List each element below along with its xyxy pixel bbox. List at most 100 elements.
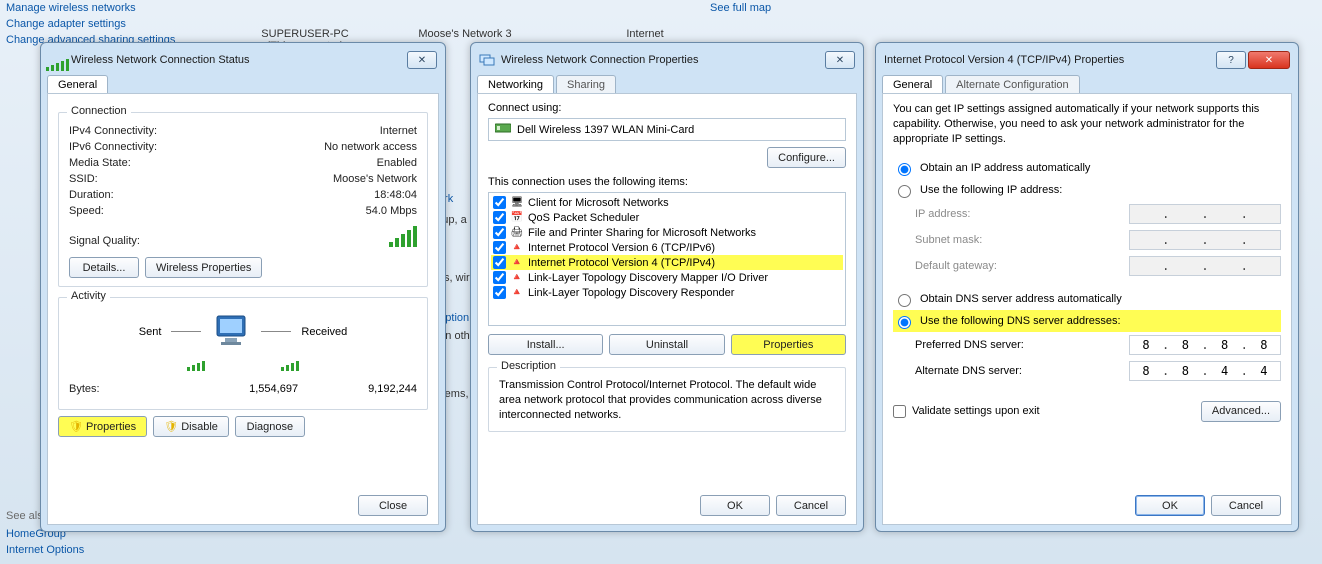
configure-button[interactable]: Configure...: [767, 147, 846, 168]
install-button[interactable]: Install...: [488, 334, 603, 355]
radio-ip-manual[interactable]: [898, 185, 911, 198]
window-title: Internet Protocol Version 4 (TCP/IPv4) P…: [884, 54, 1214, 66]
shield-icon: 🛡: [69, 420, 83, 433]
service-icon: 🖨: [510, 227, 524, 239]
window-title: Wireless Network Connection Status: [71, 54, 405, 66]
label-received: Received: [301, 326, 347, 338]
label-alternate-dns: Alternate DNS server:: [915, 365, 1022, 377]
item-checkbox[interactable]: [493, 286, 506, 299]
nav-change-adapter[interactable]: Change adapter settings: [6, 16, 186, 32]
see-also-internet-options[interactable]: Internet Options: [6, 542, 84, 558]
shield-icon: 🛡: [164, 420, 178, 433]
client-icon: 🖥: [510, 197, 524, 209]
item-label: Client for Microsoft Networks: [528, 197, 669, 209]
intro-text: You can get IP settings assigned automat…: [893, 102, 1281, 147]
tab-alternate-config[interactable]: Alternate Configuration: [945, 75, 1080, 94]
protocol-icon: 🔺: [510, 272, 524, 284]
tab-networking[interactable]: Networking: [477, 75, 554, 94]
nav-manage-wireless[interactable]: Manage wireless networks: [6, 0, 186, 16]
label-connect-using: Connect using:: [488, 102, 846, 114]
close-icon[interactable]: ✕: [825, 51, 855, 69]
value-ssid: Moose's Network: [333, 173, 417, 185]
close-button[interactable]: Close: [358, 495, 428, 516]
map-pc-name: SUPERUSER-PC: [245, 28, 365, 40]
list-item[interactable]: 🔺 Link-Layer Topology Discovery Mapper I/…: [491, 270, 843, 285]
control-panel-nav: Manage wireless networks Change adapter …: [6, 0, 186, 48]
advanced-button[interactable]: Advanced...: [1201, 401, 1281, 422]
network-icon: [479, 52, 495, 68]
ip-address-field: ...: [1129, 204, 1281, 224]
see-full-map-link[interactable]: See full map: [710, 0, 771, 16]
item-checkbox[interactable]: [493, 241, 506, 254]
map-network-name: Moose's Network 3: [405, 28, 525, 40]
uninstall-button[interactable]: Uninstall: [609, 334, 724, 355]
radio-dns-auto[interactable]: [898, 294, 911, 307]
group-description: Description: [497, 360, 560, 372]
help-icon[interactable]: ?: [1216, 51, 1246, 69]
label-ipv4: IPv4 Connectivity:: [69, 125, 157, 137]
item-properties-button[interactable]: Properties: [731, 334, 846, 355]
radio-dns-manual[interactable]: [898, 316, 911, 329]
disable-button[interactable]: 🛡 Disable: [153, 416, 229, 437]
protocol-icon: 🔺: [510, 257, 524, 269]
group-activity: Activity: [67, 290, 110, 302]
tab-sharing[interactable]: Sharing: [556, 75, 616, 94]
tab-general[interactable]: General: [47, 75, 108, 94]
value-ipv6: No network access: [324, 141, 417, 153]
label-speed: Speed:: [69, 205, 104, 217]
subnet-mask-field: ...: [1129, 230, 1281, 250]
close-icon[interactable]: ✕: [1248, 51, 1290, 69]
item-label: File and Printer Sharing for Microsoft N…: [528, 227, 756, 239]
item-checkbox[interactable]: [493, 226, 506, 239]
tab-general[interactable]: General: [882, 75, 943, 94]
label-bytes: Bytes:: [69, 383, 100, 395]
item-checkbox[interactable]: [493, 256, 506, 269]
protocol-list[interactable]: 🖥 Client for Microsoft Networks 📅QoS Pack…: [488, 192, 846, 326]
label-dns-auto: Obtain DNS server address automatically: [920, 293, 1122, 305]
window-ipv4-properties: Internet Protocol Version 4 (TCP/IPv4) P…: [875, 42, 1299, 532]
label-ipv6: IPv6 Connectivity:: [69, 141, 157, 153]
label-subnet-mask: Subnet mask:: [915, 234, 982, 246]
validate-checkbox[interactable]: [893, 405, 906, 418]
item-checkbox[interactable]: [493, 196, 506, 209]
details-button[interactable]: Details...: [69, 257, 139, 278]
item-checkbox[interactable]: [493, 271, 506, 284]
close-icon[interactable]: ✕: [407, 51, 437, 69]
service-icon: 📅: [510, 212, 524, 224]
label-sent: Sent: [139, 326, 162, 338]
properties-button[interactable]: 🛡 Properties: [58, 416, 147, 437]
sent-bars-icon: [187, 349, 205, 371]
preferred-dns-field[interactable]: 8.8.8.8: [1129, 335, 1281, 355]
window-connection-properties: Wireless Network Connection Properties ✕…: [470, 42, 864, 532]
radio-ip-auto[interactable]: [898, 163, 911, 176]
item-label: Link-Layer Topology Discovery Mapper I/O…: [528, 272, 768, 284]
wireless-properties-button[interactable]: Wireless Properties: [145, 257, 262, 278]
protocol-icon: 🔺: [510, 242, 524, 254]
signal-icon: [49, 52, 65, 68]
list-item[interactable]: 🖥 Client for Microsoft Networks: [491, 195, 843, 210]
label-dns-manual: Use the following DNS server addresses:: [920, 315, 1121, 327]
protocol-icon: 🔺: [510, 287, 524, 299]
group-connection: Connection: [67, 105, 131, 117]
label-ssid: SSID:: [69, 173, 98, 185]
label-default-gateway: Default gateway:: [915, 260, 997, 272]
adapter-icon: [495, 122, 511, 137]
description-text: Transmission Control Protocol/Internet P…: [499, 378, 835, 423]
cancel-button[interactable]: Cancel: [776, 495, 846, 516]
label-signal-quality: Signal Quality:: [69, 235, 140, 247]
list-item[interactable]: 🖨 File and Printer Sharing for Microsoft …: [491, 225, 843, 240]
diagnose-button[interactable]: Diagnose: [235, 416, 305, 437]
list-item[interactable]: 🔺Link-Layer Topology Discovery Responder: [491, 285, 843, 300]
list-item-selected[interactable]: 🔺Internet Protocol Version 4 (TCP/IPv4): [491, 255, 843, 270]
list-item[interactable]: 📅QoS Packet Scheduler: [491, 210, 843, 225]
ok-button[interactable]: OK: [1135, 495, 1205, 516]
ok-button[interactable]: OK: [700, 495, 770, 516]
alternate-dns-field[interactable]: 8.8.4.4: [1129, 361, 1281, 381]
item-checkbox[interactable]: [493, 211, 506, 224]
monitor-icon: [211, 314, 251, 349]
cancel-button[interactable]: Cancel: [1211, 495, 1281, 516]
label-ip-auto: Obtain an IP address automatically: [920, 162, 1090, 174]
item-label: Internet Protocol Version 6 (TCP/IPv6): [528, 242, 715, 254]
value-speed: 54.0 Mbps: [366, 205, 417, 217]
list-item[interactable]: 🔺 Internet Protocol Version 6 (TCP/IPv6): [491, 240, 843, 255]
